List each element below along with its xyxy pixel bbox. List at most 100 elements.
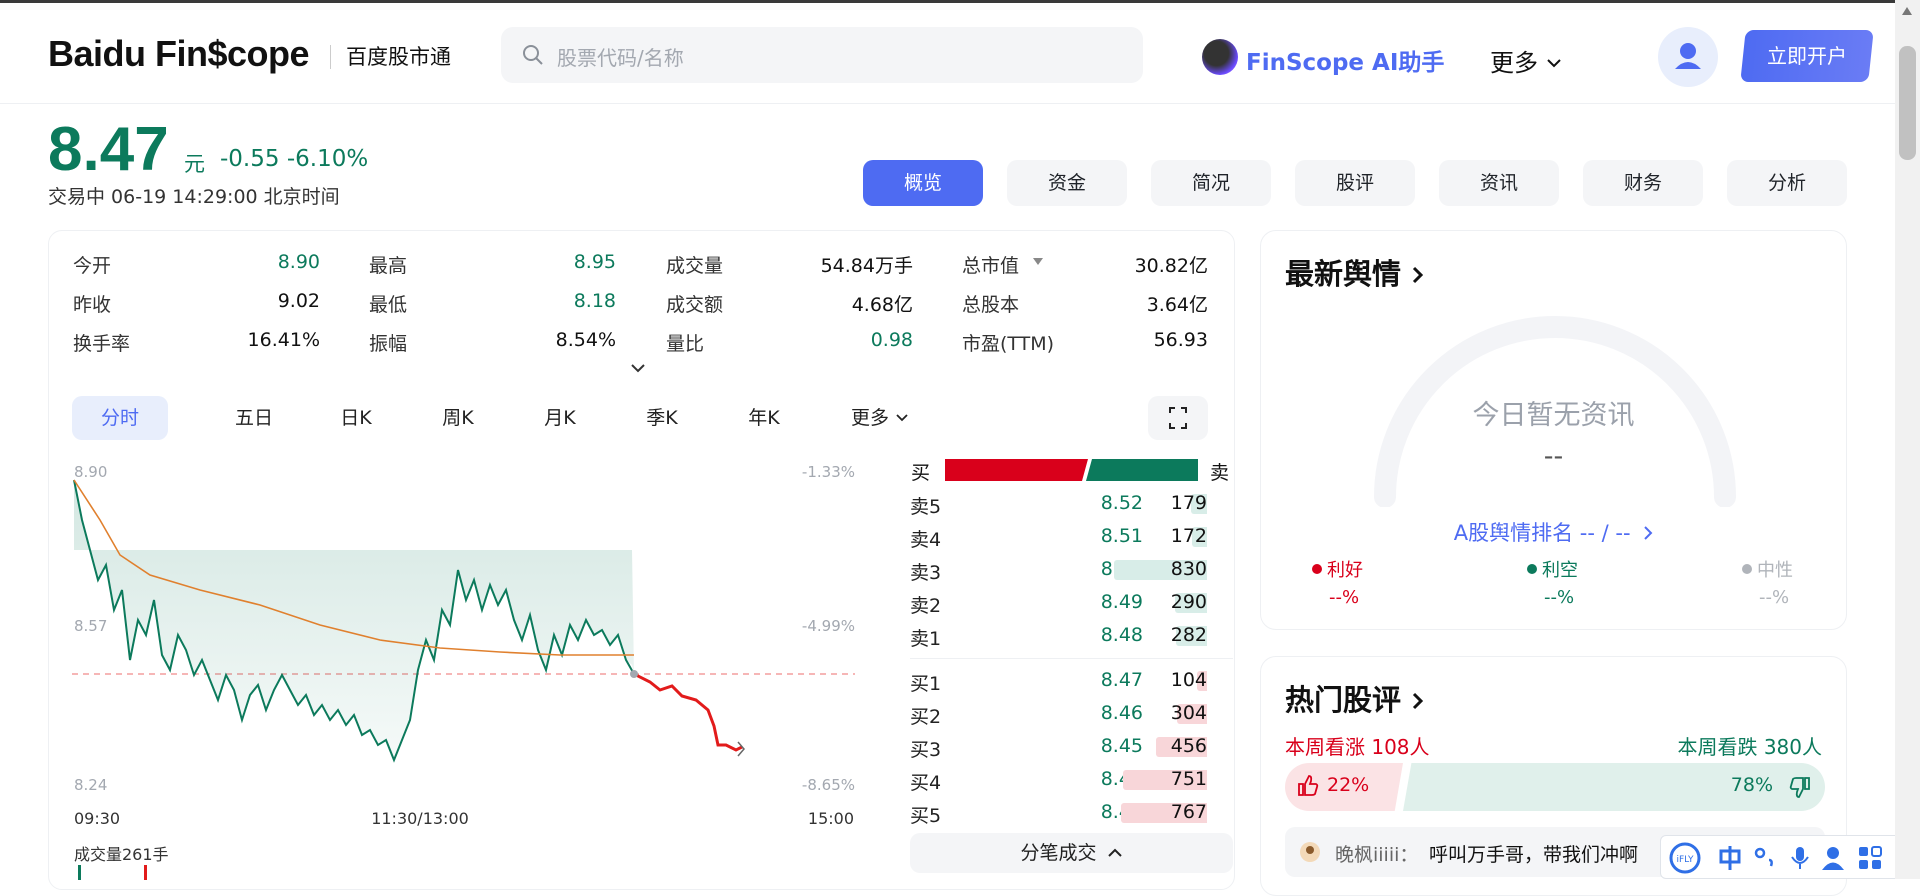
legend-bullish: 利好: [1312, 556, 1363, 582]
orderbook-buy-label: 买: [911, 462, 931, 484]
scroll-up-arrow-icon[interactable]: [1901, 6, 1913, 16]
volume-bar: [78, 865, 81, 880]
stat-value: 8.95: [573, 251, 616, 273]
toolbox-grid-icon[interactable]: [1857, 845, 1883, 871]
current-price: 8.47: [48, 115, 169, 184]
chevron-right-icon: [1413, 692, 1424, 710]
tick-trades-button[interactable]: 分笔成交: [910, 833, 1233, 873]
period-tab-more[interactable]: 更多: [830, 396, 930, 440]
stat-value: 30.82亿: [1134, 255, 1208, 277]
sentiment-title: 最新舆情: [1285, 257, 1402, 291]
open-account-button[interactable]: 立即开户: [1740, 30, 1874, 82]
ob-level: 卖5: [910, 496, 942, 518]
tab-profile[interactable]: 简况: [1151, 160, 1271, 206]
y-tick-left: 8.24: [74, 776, 107, 794]
weekly-bullish-count: 本周看涨 108人: [1285, 735, 1430, 759]
orderbook-row: 卖2 8.49 290: [910, 586, 1235, 619]
x-tick: 09:30: [74, 809, 120, 828]
x-tick: 11:30/13:00: [371, 809, 469, 828]
logo-subtitle[interactable]: 百度股市通: [346, 41, 451, 71]
ob-volume: 282: [1170, 624, 1207, 646]
sentiment-title-link[interactable]: 最新舆情: [1285, 251, 1425, 293]
legend-label: 利好: [1327, 560, 1363, 581]
buy-sell-ratio-bar: [945, 459, 1198, 481]
tab-funds[interactable]: 资金: [1007, 160, 1127, 206]
sentiment-rank-link[interactable]: A股舆情排名 -- / --: [1261, 517, 1846, 547]
period-tab-quarterly[interactable]: 季K: [618, 396, 706, 440]
neutral-dot-icon: [1742, 564, 1752, 574]
ob-volume: 767: [1170, 801, 1207, 823]
intraday-chart[interactable]: 8.90 8.57 8.24 -1.33% -4.99% -8.65% 09:3…: [60, 460, 900, 880]
period-tab-weekly[interactable]: 周K: [414, 396, 502, 440]
legend-value: --%: [1329, 587, 1360, 608]
stat-value: 4.68亿: [851, 294, 913, 316]
top-bar: Baidu Fin$cope 百度股市通 股票代码/名称 FinScope AI…: [0, 0, 1920, 104]
legend-bearish: 利空: [1527, 556, 1578, 582]
stat-value: 8.90: [277, 251, 320, 273]
comment-text: 呼叫万手哥，带我们冲啊: [1429, 844, 1639, 866]
stat-label: 昨收: [73, 294, 112, 316]
chinese-mode-icon[interactable]: [1717, 845, 1743, 871]
orderbook-row: 卖5 8.52 179: [910, 487, 1235, 520]
stat-value: 56.93: [1153, 329, 1208, 351]
trend-extension-line: [633, 672, 743, 752]
thumbs-up-icon[interactable]: [1295, 773, 1321, 799]
stat-value: 16.41%: [247, 329, 320, 351]
tab-reviews[interactable]: 股评: [1295, 160, 1415, 206]
tab-finance[interactable]: 财务: [1583, 160, 1703, 206]
vote-up-percent: 22%: [1327, 774, 1370, 796]
legend-label: 利空: [1542, 560, 1578, 581]
orderbook-divider: [910, 658, 1233, 659]
ob-volume: 172: [1170, 525, 1207, 547]
price-area: [74, 480, 634, 760]
ai-assistant-label: FinScope AI助手: [1246, 50, 1445, 76]
tab-overview[interactable]: 概览: [863, 160, 983, 206]
expand-chevron-icon[interactable]: [630, 362, 646, 374]
ime-logo-icon[interactable]: iFLY: [1669, 842, 1701, 874]
period-tab-yearly[interactable]: 年K: [720, 396, 808, 440]
period-tab-5day[interactable]: 五日: [210, 396, 298, 440]
weekly-bearish-count: 本周看跌 380人: [1677, 735, 1822, 759]
ob-level: 卖1: [910, 628, 942, 650]
search-icon: [523, 45, 543, 65]
period-tab-daily[interactable]: 日K: [312, 396, 400, 440]
ob-volume: 456: [1170, 735, 1207, 757]
ob-volume: 304: [1170, 702, 1207, 724]
volume-label: 成交量261手: [74, 845, 169, 864]
thumbs-down-icon[interactable]: [1787, 774, 1813, 800]
hot-reviews-title-link[interactable]: 热门股评: [1285, 677, 1425, 719]
ob-level: 卖2: [910, 595, 942, 617]
stat-label: 成交额: [666, 294, 724, 316]
y-tick-right: -4.99%: [802, 617, 855, 635]
stat-label: 振幅: [369, 333, 408, 355]
caret-down-icon[interactable]: [1033, 258, 1043, 266]
user-avatar-icon: [1300, 842, 1320, 862]
period-tab-intraday[interactable]: 分时: [72, 396, 168, 440]
ob-level: 卖4: [910, 529, 942, 551]
fullscreen-button[interactable]: [1148, 396, 1208, 440]
page-scrollbar[interactable]: [1895, 0, 1920, 879]
search-input[interactable]: 股票代码/名称: [501, 27, 1143, 83]
ob-volume: 751: [1170, 768, 1207, 790]
tab-analysis[interactable]: 分析: [1727, 160, 1847, 206]
price-unit: 元: [184, 152, 205, 176]
tab-news[interactable]: 资讯: [1439, 160, 1559, 206]
volume-bar: [144, 865, 147, 880]
period-tab-monthly[interactable]: 月K: [516, 396, 604, 440]
user-profile-icon[interactable]: [1821, 845, 1845, 871]
trading-status: 交易中 06-19 14:29:00 北京时间: [48, 186, 340, 208]
ob-volume: 104: [1170, 669, 1207, 691]
price-change: -0.55 -6.10%: [220, 146, 369, 172]
stat-label: 今开: [73, 255, 112, 277]
stat-value: 54.84万手: [820, 255, 913, 277]
sentiment-card: 最新舆情 今日暂无资讯 -- A股舆情排名 -- / -- 利好 --% 利空 …: [1260, 230, 1847, 630]
more-menu[interactable]: 更多: [1490, 43, 1562, 78]
punctuation-icon[interactable]: [1753, 846, 1777, 870]
ime-toolbar: iFLY: [1660, 835, 1905, 879]
user-avatar[interactable]: [1658, 27, 1718, 87]
microphone-icon[interactable]: [1789, 845, 1811, 871]
scrollbar-thumb[interactable]: [1899, 46, 1916, 160]
sentiment-rank-text: A股舆情排名 -- / --: [1453, 521, 1631, 545]
logo[interactable]: Baidu Fin$cope: [48, 33, 310, 75]
y-tick-left: 8.90: [74, 463, 107, 481]
